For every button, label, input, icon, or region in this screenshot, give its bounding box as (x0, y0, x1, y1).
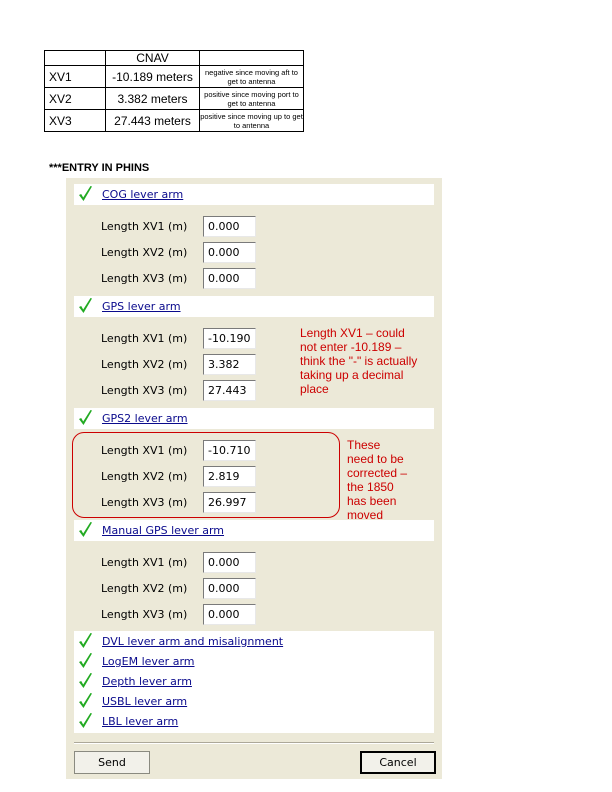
table-cell-axis: XV3 (44, 109, 106, 132)
section-header-gps: GPS lever arm (74, 296, 434, 317)
table-row: XV3 27.443 meters positive since moving … (44, 109, 304, 132)
list-item: LogEM lever arm (74, 651, 434, 671)
gps2-lever-arm-link[interactable]: GPS2 lever arm (102, 412, 188, 425)
usbl-lever-arm-link[interactable]: USBL lever arm (102, 695, 187, 708)
manual-gps-xv1-input[interactable]: 0.000 (203, 552, 256, 573)
check-icon (78, 632, 93, 650)
table-cell-value: 27.443 meters (105, 109, 200, 132)
annotation-line: corrected – (347, 466, 408, 480)
field-label: Length XV3 (m) (101, 608, 188, 621)
annotation-line: need to be (347, 452, 404, 466)
gps-lever-arm-link[interactable]: GPS lever arm (102, 300, 181, 313)
field-label: Length XV2 (m) (101, 246, 188, 259)
send-button[interactable]: Send (74, 751, 150, 774)
divider (74, 742, 434, 744)
manual-gps-lever-arm-link[interactable]: Manual GPS lever arm (102, 524, 224, 537)
table-cell-note: positive since moving port to get to ant… (199, 87, 304, 110)
field-label: Length XV3 (m) (101, 272, 188, 285)
cancel-button[interactable]: Cancel (360, 751, 436, 774)
annotation-line: moved (347, 508, 384, 522)
gps2-xv3-input[interactable]: 26.997 (203, 492, 256, 513)
annotation-line: place (300, 382, 329, 396)
manual-gps-xv3-input[interactable]: 0.000 (203, 604, 256, 625)
check-icon (78, 652, 93, 670)
depth-lever-arm-link[interactable]: Depth lever arm (102, 675, 192, 688)
field-label: Length XV2 (m) (101, 582, 188, 595)
field-label: Length XV1 (m) (101, 332, 188, 345)
section-header-gps2: GPS2 lever arm (74, 408, 434, 429)
cog-xv2-input[interactable]: 0.000 (203, 242, 256, 263)
check-icon (78, 672, 93, 690)
table-cell-value: 3.382 meters (105, 87, 200, 110)
gps-xv3-input[interactable]: 27.443 (203, 380, 256, 401)
manual-gps-xv2-input[interactable]: 0.000 (203, 578, 256, 599)
collapsed-sections-list: DVL lever arm and misalignment LogEM lev… (74, 631, 434, 733)
cog-lever-arm-link[interactable]: COG lever arm (102, 188, 183, 201)
annotation-line: taking up a decimal (300, 368, 404, 382)
gps2-xv1-input[interactable]: -10.710 (203, 440, 256, 461)
table-cell-note: negative since moving aft to get to ante… (199, 65, 304, 88)
cnav-table: CNAV XV1 -10.189 meters negative since m… (44, 50, 304, 132)
annotation-line: These (347, 438, 381, 452)
table-cell-note: positive since moving up to get to anten… (199, 109, 304, 132)
gps2-xv2-input[interactable]: 2.819 (203, 466, 256, 487)
check-icon (78, 521, 93, 539)
list-item: LBL lever arm (74, 711, 434, 731)
check-icon (78, 185, 93, 203)
field-label: Length XV1 (m) (101, 444, 188, 457)
annotation-line: Length XV1 – could (300, 326, 405, 340)
table-cell-axis: XV2 (44, 87, 106, 110)
table-cell-axis: XV1 (44, 65, 106, 88)
table-header-cell (199, 50, 304, 66)
logem-lever-arm-link[interactable]: LogEM lever arm (102, 655, 195, 668)
table-header-row: CNAV (44, 50, 304, 66)
section-header-manual-gps: Manual GPS lever arm (74, 520, 434, 541)
check-icon (78, 692, 93, 710)
list-item: Depth lever arm (74, 671, 434, 691)
cog-xv3-input[interactable]: 0.000 (203, 268, 256, 289)
check-icon (78, 712, 93, 730)
table-header-cnav: CNAV (105, 50, 200, 66)
annotation-line: think the "-" is actually (300, 354, 418, 368)
gps2-annotation: These need to be corrected – the 1850 ha… (347, 438, 427, 522)
annotation-line: not enter -10.189 – (300, 340, 402, 354)
table-row: XV1 -10.189 meters negative since moving… (44, 65, 304, 88)
annotation-line: the 1850 (347, 480, 394, 494)
field-label: Length XV3 (m) (101, 496, 188, 509)
table-cell-value: -10.189 meters (105, 65, 200, 88)
field-label: Length XV2 (m) (101, 358, 188, 371)
annotation-line: has been (347, 494, 397, 508)
check-icon (78, 409, 93, 427)
gps-xv2-input[interactable]: 3.382 (203, 354, 256, 375)
cog-xv1-input[interactable]: 0.000 (203, 216, 256, 237)
field-label: Length XV3 (m) (101, 384, 188, 397)
section-header-cog: COG lever arm (74, 184, 434, 205)
table-row: XV2 3.382 meters positive since moving p… (44, 87, 304, 110)
dvl-lever-arm-link[interactable]: DVL lever arm and misalignment (102, 635, 283, 648)
field-label: Length XV1 (m) (101, 220, 188, 233)
lbl-lever-arm-link[interactable]: LBL lever arm (102, 715, 178, 728)
check-icon (78, 297, 93, 315)
list-item: DVL lever arm and misalignment (74, 631, 434, 651)
gps-annotation: Length XV1 – could not enter -10.189 – t… (300, 326, 430, 396)
gps-xv1-input[interactable]: -10.190 (203, 328, 256, 349)
list-item: USBL lever arm (74, 691, 434, 711)
field-label: Length XV1 (m) (101, 556, 188, 569)
field-label: Length XV2 (m) (101, 470, 188, 483)
table-header-cell (44, 50, 106, 66)
entry-heading: ***ENTRY IN PHINS (49, 162, 150, 174)
